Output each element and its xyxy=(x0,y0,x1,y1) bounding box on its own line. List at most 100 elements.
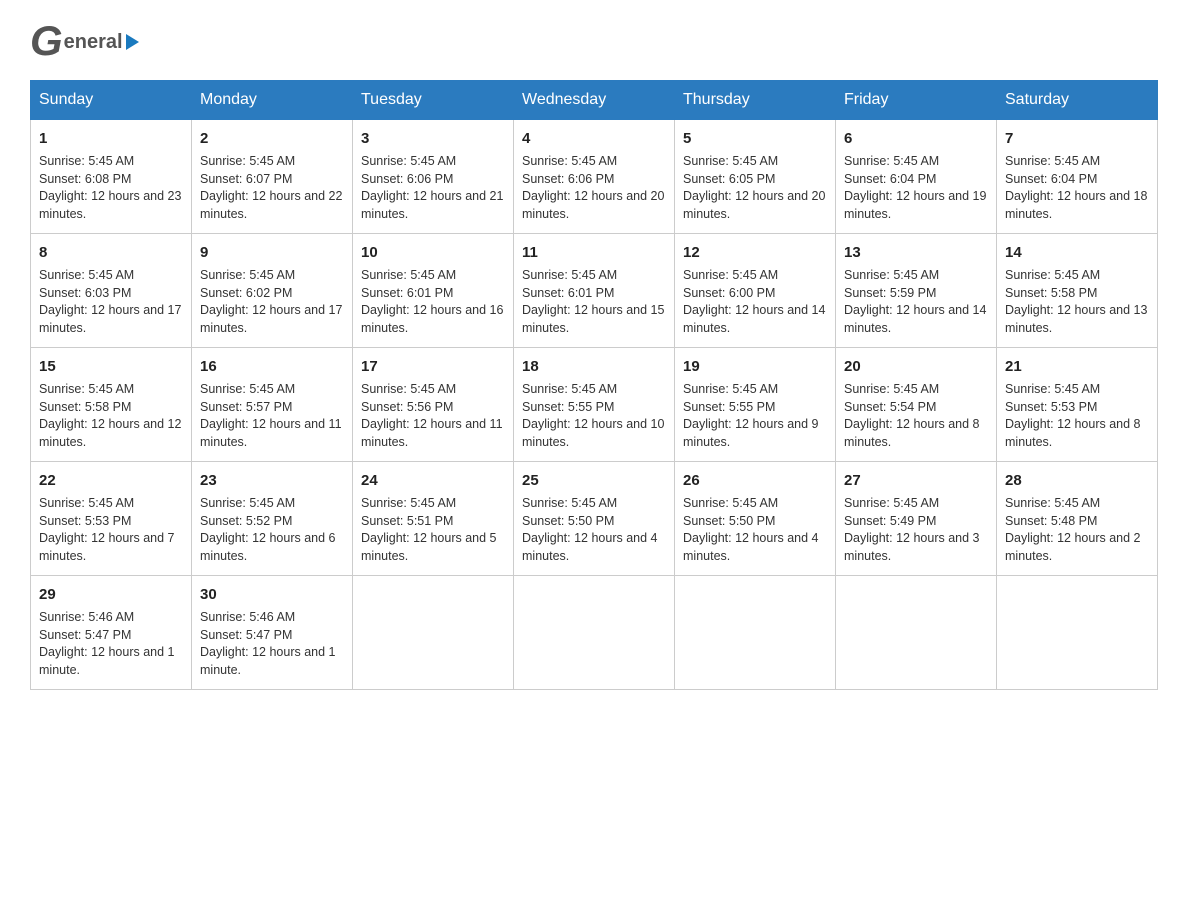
calendar-cell: 28 Sunrise: 5:45 AMSunset: 5:48 PMDaylig… xyxy=(997,462,1158,576)
calendar-table: SundayMondayTuesdayWednesdayThursdayFrid… xyxy=(30,80,1158,690)
day-info: Sunrise: 5:45 AMSunset: 5:54 PMDaylight:… xyxy=(844,381,988,451)
logo-area: G eneral xyxy=(30,20,139,62)
day-info: Sunrise: 5:46 AMSunset: 5:47 PMDaylight:… xyxy=(200,609,344,679)
calendar-cell: 12 Sunrise: 5:45 AMSunset: 6:00 PMDaylig… xyxy=(675,234,836,348)
day-info: Sunrise: 5:45 AMSunset: 6:08 PMDaylight:… xyxy=(39,153,183,223)
calendar-cell: 6 Sunrise: 5:45 AMSunset: 6:04 PMDayligh… xyxy=(836,120,997,234)
calendar-cell: 23 Sunrise: 5:45 AMSunset: 5:52 PMDaylig… xyxy=(192,462,353,576)
day-number: 17 xyxy=(361,356,505,377)
day-number: 21 xyxy=(1005,356,1149,377)
page-header: G eneral xyxy=(30,20,1158,62)
day-info: Sunrise: 5:45 AMSunset: 5:58 PMDaylight:… xyxy=(1005,267,1149,337)
day-number: 12 xyxy=(683,242,827,263)
day-number: 23 xyxy=(200,470,344,491)
calendar-cell: 7 Sunrise: 5:45 AMSunset: 6:04 PMDayligh… xyxy=(997,120,1158,234)
calendar-week-row: 1 Sunrise: 5:45 AMSunset: 6:08 PMDayligh… xyxy=(31,120,1158,234)
day-info: Sunrise: 5:45 AMSunset: 6:07 PMDaylight:… xyxy=(200,153,344,223)
calendar-cell: 15 Sunrise: 5:45 AMSunset: 5:58 PMDaylig… xyxy=(31,348,192,462)
day-number: 11 xyxy=(522,242,666,263)
calendar-cell: 26 Sunrise: 5:45 AMSunset: 5:50 PMDaylig… xyxy=(675,462,836,576)
day-number: 7 xyxy=(1005,128,1149,149)
calendar-cell: 2 Sunrise: 5:45 AMSunset: 6:07 PMDayligh… xyxy=(192,120,353,234)
day-info: Sunrise: 5:45 AMSunset: 5:55 PMDaylight:… xyxy=(683,381,827,451)
day-info: Sunrise: 5:45 AMSunset: 6:04 PMDaylight:… xyxy=(844,153,988,223)
day-number: 14 xyxy=(1005,242,1149,263)
header-saturday: Saturday xyxy=(997,81,1158,120)
calendar-cell: 4 Sunrise: 5:45 AMSunset: 6:06 PMDayligh… xyxy=(514,120,675,234)
calendar-cell: 18 Sunrise: 5:45 AMSunset: 5:55 PMDaylig… xyxy=(514,348,675,462)
day-number: 30 xyxy=(200,584,344,605)
day-info: Sunrise: 5:45 AMSunset: 5:51 PMDaylight:… xyxy=(361,495,505,565)
calendar-week-row: 15 Sunrise: 5:45 AMSunset: 5:58 PMDaylig… xyxy=(31,348,1158,462)
calendar-cell: 25 Sunrise: 5:45 AMSunset: 5:50 PMDaylig… xyxy=(514,462,675,576)
day-info: Sunrise: 5:45 AMSunset: 5:57 PMDaylight:… xyxy=(200,381,344,451)
day-info: Sunrise: 5:45 AMSunset: 5:50 PMDaylight:… xyxy=(683,495,827,565)
day-info: Sunrise: 5:45 AMSunset: 6:04 PMDaylight:… xyxy=(1005,153,1149,223)
calendar-cell: 22 Sunrise: 5:45 AMSunset: 5:53 PMDaylig… xyxy=(31,462,192,576)
calendar-cell xyxy=(353,576,514,690)
day-number: 10 xyxy=(361,242,505,263)
logo-general-text: eneral xyxy=(64,31,123,54)
calendar-cell: 9 Sunrise: 5:45 AMSunset: 6:02 PMDayligh… xyxy=(192,234,353,348)
day-info: Sunrise: 5:45 AMSunset: 6:02 PMDaylight:… xyxy=(200,267,344,337)
day-number: 8 xyxy=(39,242,183,263)
header-sunday: Sunday xyxy=(31,81,192,120)
logo-g-letter: G xyxy=(30,20,63,62)
calendar-cell: 8 Sunrise: 5:45 AMSunset: 6:03 PMDayligh… xyxy=(31,234,192,348)
day-number: 27 xyxy=(844,470,988,491)
day-info: Sunrise: 5:45 AMSunset: 5:53 PMDaylight:… xyxy=(1005,381,1149,451)
day-info: Sunrise: 5:45 AMSunset: 6:01 PMDaylight:… xyxy=(361,267,505,337)
calendar-cell: 24 Sunrise: 5:45 AMSunset: 5:51 PMDaylig… xyxy=(353,462,514,576)
header-tuesday: Tuesday xyxy=(353,81,514,120)
day-info: Sunrise: 5:45 AMSunset: 6:03 PMDaylight:… xyxy=(39,267,183,337)
header-friday: Friday xyxy=(836,81,997,120)
day-number: 18 xyxy=(522,356,666,377)
calendar-cell: 20 Sunrise: 5:45 AMSunset: 5:54 PMDaylig… xyxy=(836,348,997,462)
calendar-cell xyxy=(836,576,997,690)
day-info: Sunrise: 5:45 AMSunset: 6:06 PMDaylight:… xyxy=(361,153,505,223)
calendar-cell: 11 Sunrise: 5:45 AMSunset: 6:01 PMDaylig… xyxy=(514,234,675,348)
calendar-week-row: 29 Sunrise: 5:46 AMSunset: 5:47 PMDaylig… xyxy=(31,576,1158,690)
day-number: 9 xyxy=(200,242,344,263)
day-number: 13 xyxy=(844,242,988,263)
header-monday: Monday xyxy=(192,81,353,120)
day-info: Sunrise: 5:45 AMSunset: 6:06 PMDaylight:… xyxy=(522,153,666,223)
day-number: 20 xyxy=(844,356,988,377)
day-number: 28 xyxy=(1005,470,1149,491)
day-info: Sunrise: 5:45 AMSunset: 6:05 PMDaylight:… xyxy=(683,153,827,223)
day-number: 5 xyxy=(683,128,827,149)
header-wednesday: Wednesday xyxy=(514,81,675,120)
day-number: 6 xyxy=(844,128,988,149)
calendar-header-row: SundayMondayTuesdayWednesdayThursdayFrid… xyxy=(31,81,1158,120)
calendar-cell: 3 Sunrise: 5:45 AMSunset: 6:06 PMDayligh… xyxy=(353,120,514,234)
day-info: Sunrise: 5:45 AMSunset: 5:49 PMDaylight:… xyxy=(844,495,988,565)
calendar-cell: 17 Sunrise: 5:45 AMSunset: 5:56 PMDaylig… xyxy=(353,348,514,462)
calendar-cell: 19 Sunrise: 5:45 AMSunset: 5:55 PMDaylig… xyxy=(675,348,836,462)
day-number: 22 xyxy=(39,470,183,491)
logo-arrow-icon xyxy=(126,34,139,50)
day-info: Sunrise: 5:45 AMSunset: 5:58 PMDaylight:… xyxy=(39,381,183,451)
day-info: Sunrise: 5:45 AMSunset: 5:52 PMDaylight:… xyxy=(200,495,344,565)
day-info: Sunrise: 5:45 AMSunset: 6:01 PMDaylight:… xyxy=(522,267,666,337)
day-info: Sunrise: 5:45 AMSunset: 6:00 PMDaylight:… xyxy=(683,267,827,337)
calendar-cell xyxy=(514,576,675,690)
day-info: Sunrise: 5:45 AMSunset: 5:59 PMDaylight:… xyxy=(844,267,988,337)
day-number: 15 xyxy=(39,356,183,377)
day-info: Sunrise: 5:45 AMSunset: 5:56 PMDaylight:… xyxy=(361,381,505,451)
calendar-cell: 29 Sunrise: 5:46 AMSunset: 5:47 PMDaylig… xyxy=(31,576,192,690)
calendar-cell: 27 Sunrise: 5:45 AMSunset: 5:49 PMDaylig… xyxy=(836,462,997,576)
calendar-week-row: 8 Sunrise: 5:45 AMSunset: 6:03 PMDayligh… xyxy=(31,234,1158,348)
calendar-cell: 30 Sunrise: 5:46 AMSunset: 5:47 PMDaylig… xyxy=(192,576,353,690)
calendar-cell: 5 Sunrise: 5:45 AMSunset: 6:05 PMDayligh… xyxy=(675,120,836,234)
day-number: 26 xyxy=(683,470,827,491)
calendar-cell xyxy=(675,576,836,690)
calendar-cell: 16 Sunrise: 5:45 AMSunset: 5:57 PMDaylig… xyxy=(192,348,353,462)
calendar-cell: 13 Sunrise: 5:45 AMSunset: 5:59 PMDaylig… xyxy=(836,234,997,348)
day-info: Sunrise: 5:45 AMSunset: 5:53 PMDaylight:… xyxy=(39,495,183,565)
day-number: 2 xyxy=(200,128,344,149)
day-number: 19 xyxy=(683,356,827,377)
calendar-cell xyxy=(997,576,1158,690)
day-number: 4 xyxy=(522,128,666,149)
day-number: 3 xyxy=(361,128,505,149)
calendar-week-row: 22 Sunrise: 5:45 AMSunset: 5:53 PMDaylig… xyxy=(31,462,1158,576)
